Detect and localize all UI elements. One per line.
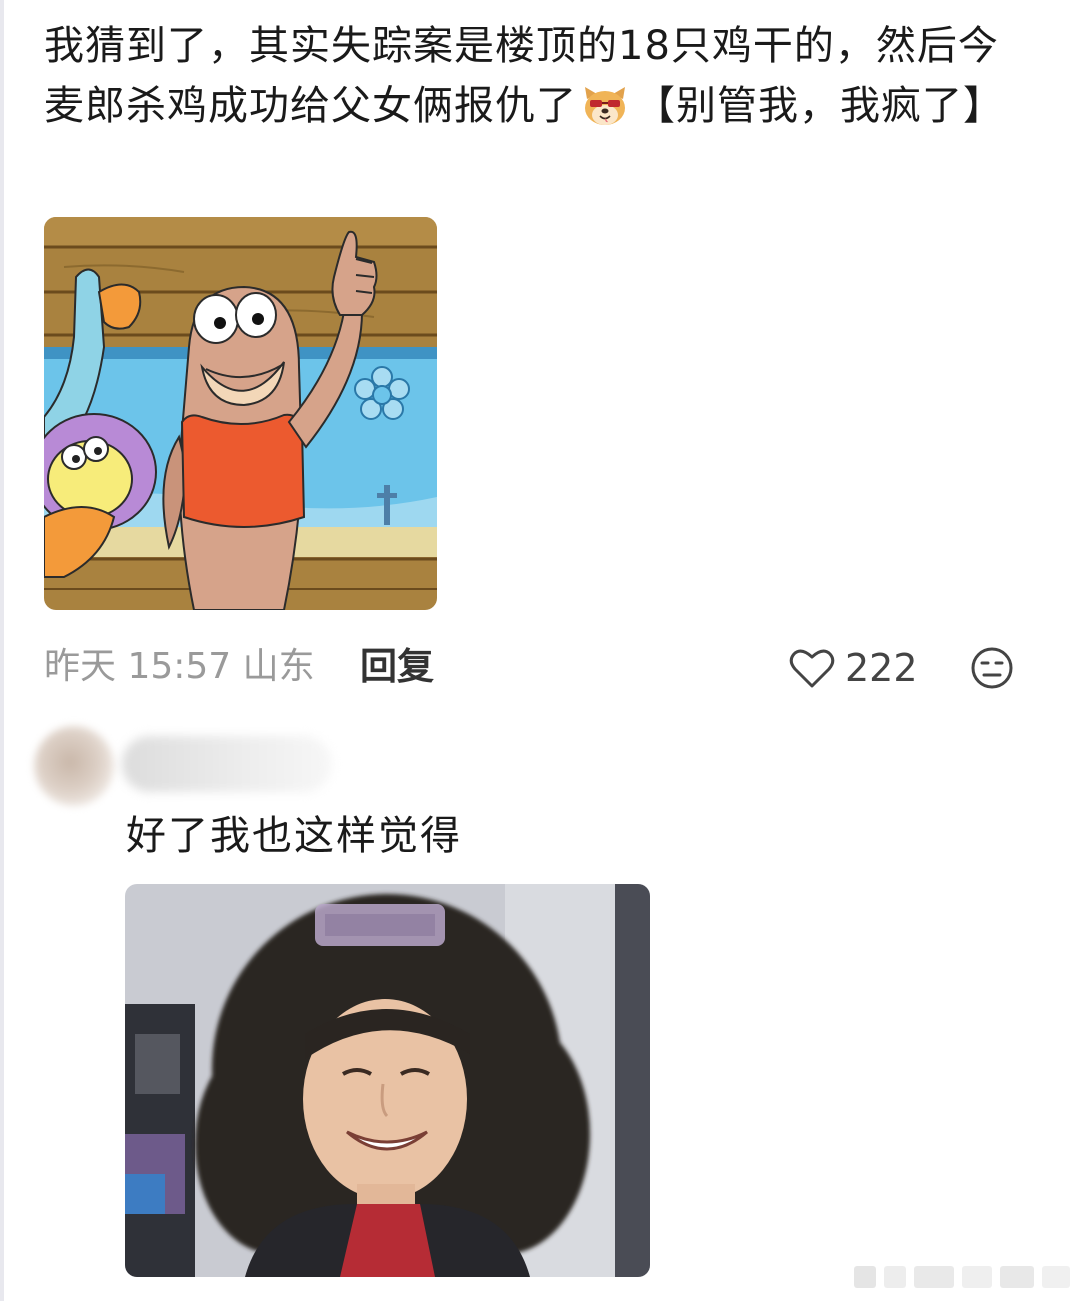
spongebob-fish-thumbs-up-meme [44,217,437,610]
comment-image-spongebob[interactable] [44,217,437,610]
reply-button[interactable]: 回复 [360,640,434,694]
watermark-logo [854,1266,1070,1288]
comment-meta-row: 昨天 15:57 山东 回复 222 [44,640,1044,694]
comment-text-bracket: 【别管我，我疯了】 [635,83,1004,129]
reply-text: 好了我也这样觉得 [126,813,462,859]
reply-image-curly-hair[interactable] [125,884,650,1277]
heart-outline-icon [789,649,835,688]
neutral-face-icon[interactable] [970,646,1014,690]
like-count: 222 [845,646,918,690]
timestamp-location: 昨天 15:57 山东 [44,646,315,687]
comment-thread: 我猜到了，其实失踪案是楼顶的18只鸡干的，然后今麦郎杀鸡成功给父女俩报仇了 【别… [0,0,1080,1301]
like-button[interactable]: 222 [789,644,918,692]
comment-body: 我猜到了，其实失踪案是楼顶的18只鸡干的，然后今麦郎杀鸡成功给父女俩报仇了 【别… [44,16,1034,136]
curly-hair-person-meme [125,884,650,1277]
doge-sunglasses-emoji [585,87,625,125]
username-blurred[interactable] [122,736,332,792]
avatar[interactable] [34,726,114,806]
